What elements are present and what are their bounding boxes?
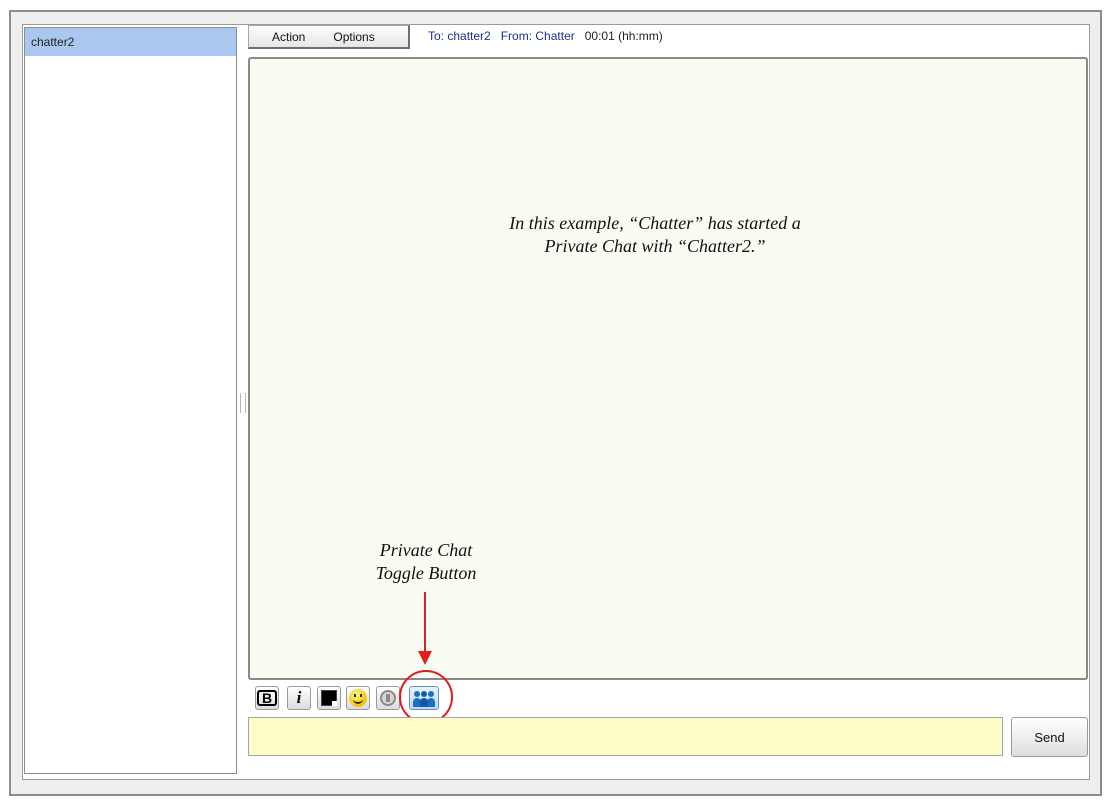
- status-to: To: chatter2: [428, 29, 491, 43]
- menu-options[interactable]: Options: [333, 30, 374, 44]
- annotation-line: Private Chat with “Chatter2.”: [544, 236, 766, 256]
- menu-bar: Action Options: [248, 25, 410, 49]
- status-from: From: Chatter: [500, 29, 575, 43]
- annotation-toggle-label: Private Chat Toggle Button: [335, 539, 517, 585]
- annotation-arrow: [424, 592, 426, 652]
- annotation-highlight-circle: [399, 670, 453, 724]
- chat-status-line: To: chatter2 From: Chatter 00:01 (hh:mm): [428, 29, 663, 43]
- annotation-private-chat-note: In this example, “Chatter” has started a…: [450, 212, 860, 258]
- bold-icon: B: [256, 690, 278, 706]
- chat-message-area[interactable]: [248, 57, 1088, 680]
- text-color-icon: [321, 690, 337, 706]
- user-list-item-chatter2[interactable]: chatter2: [25, 28, 236, 56]
- sound-icon: [380, 690, 396, 706]
- status-elapsed-time: 00:01 (hh:mm): [584, 29, 663, 43]
- emoticon-button[interactable]: [346, 686, 370, 710]
- smiley-icon: [349, 689, 367, 707]
- annotation-line: Toggle Button: [375, 563, 477, 583]
- sound-button[interactable]: [376, 686, 400, 710]
- user-name: chatter2: [31, 35, 75, 49]
- send-button[interactable]: Send: [1011, 717, 1088, 757]
- italic-button[interactable]: i: [287, 686, 311, 710]
- menu-action[interactable]: Action: [272, 30, 305, 44]
- annotation-line: Private Chat: [379, 540, 473, 560]
- panel-splitter-handle[interactable]: [240, 393, 246, 413]
- annotation-arrow-head: [418, 651, 432, 665]
- bold-button[interactable]: B: [255, 686, 279, 710]
- user-list[interactable]: chatter2: [24, 27, 237, 774]
- message-input[interactable]: [248, 717, 1003, 756]
- annotation-line: In this example, “Chatter” has started a: [509, 213, 801, 233]
- italic-icon: i: [296, 688, 302, 707]
- text-color-button[interactable]: [317, 686, 341, 710]
